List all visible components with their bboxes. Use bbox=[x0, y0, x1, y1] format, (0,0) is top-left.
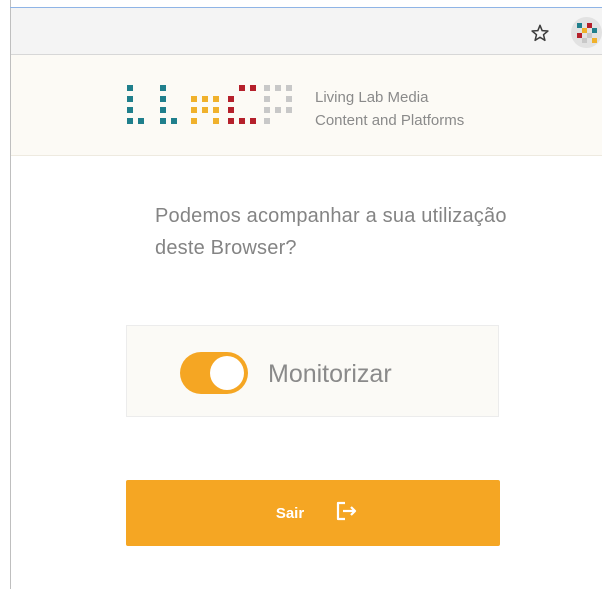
monitor-toggle[interactable] bbox=[180, 352, 248, 394]
consent-question: Podemos acompanhar a sua utilização dest… bbox=[155, 205, 507, 259]
browser-toolbar bbox=[11, 8, 602, 55]
lab-extension-icon[interactable] bbox=[571, 17, 602, 48]
sign-out-icon bbox=[336, 501, 358, 526]
org-name-line1: Living Lab Media bbox=[315, 89, 429, 106]
exit-button-label: Sair bbox=[275, 504, 305, 522]
org-name-line2: Content and Platforms bbox=[315, 112, 465, 129]
org-name: Living Lab Media Content and Platforms bbox=[315, 86, 515, 132]
star-icon[interactable] bbox=[528, 21, 552, 45]
toggle-knob bbox=[210, 356, 244, 390]
exit-button[interactable]: Sair bbox=[126, 480, 500, 546]
monitor-toggle-label: Monitorizar bbox=[268, 360, 392, 388]
llmcp-logo bbox=[127, 85, 297, 132]
